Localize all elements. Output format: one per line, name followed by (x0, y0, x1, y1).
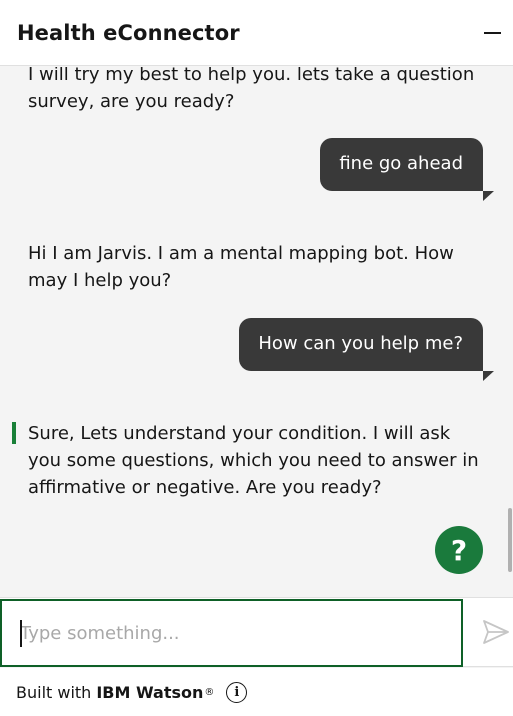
footer-prefix: Built with (16, 682, 92, 702)
bot-message: I will try my best to help you. lets tak… (28, 67, 475, 112)
message-input-box[interactable] (0, 599, 463, 667)
bot-message: Hi I am Jarvis. I am a mental mapping bo… (28, 243, 454, 291)
input-area (0, 597, 513, 667)
bot-message: Sure, Lets understand your condition. I … (28, 423, 479, 498)
footer: Built with IBM Watson ® i (0, 668, 513, 716)
help-button[interactable]: ? (435, 526, 483, 574)
scrollbar[interactable] (508, 508, 512, 572)
send-icon[interactable] (480, 615, 512, 649)
user-message: How can you help me? (239, 318, 494, 381)
footer-brand: IBM Watson (96, 682, 204, 702)
info-icon[interactable]: i (226, 681, 248, 703)
focus-indicator (12, 422, 16, 444)
message-list[interactable]: I will try my best to help you. lets tak… (0, 67, 513, 597)
user-message: fine go ahead (320, 138, 494, 201)
chat-header: Health eConnector (0, 0, 513, 66)
trademark-symbol: ® (204, 686, 215, 698)
chat-title: Health eConnector (17, 20, 240, 45)
text-caret (20, 620, 22, 647)
message-input[interactable] (2, 601, 461, 665)
minimize-icon[interactable] (481, 22, 503, 44)
